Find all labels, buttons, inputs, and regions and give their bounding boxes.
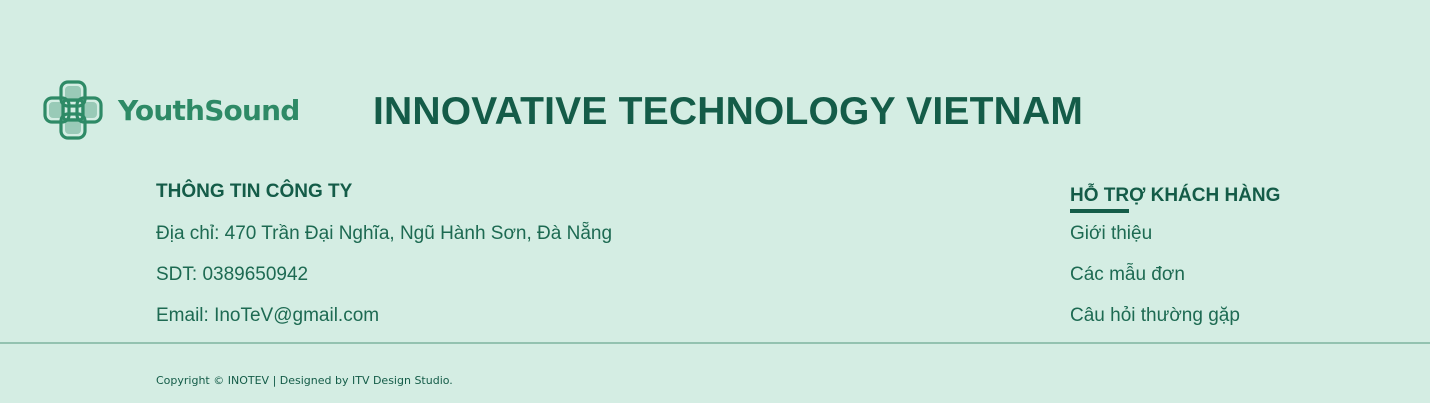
footer-divider: [0, 342, 1430, 344]
site-footer: YouthSound INNOVATIVE TECHNOLOGY VIETNAM…: [0, 0, 1430, 403]
company-info-heading: THÔNG TIN CÔNG TY: [156, 181, 353, 202]
youthsound-logo[interactable]: YouthSound: [42, 79, 300, 141]
company-name: INNOVATIVE TECHNOLOGY VIETNAM: [373, 90, 1084, 133]
link-forms[interactable]: Các mẫu đơn: [1070, 254, 1280, 295]
brand-row: YouthSound: [42, 78, 300, 142]
company-email: Email: InoTeV@gmail.com: [156, 305, 380, 326]
customer-support-heading: HỖ TRỢ KHÁCH HÀNG: [1070, 182, 1281, 213]
copyright-text: Copyright © INOTEV | Designed by ITV Des…: [156, 374, 453, 387]
link-about[interactable]: Giới thiệu: [1070, 213, 1280, 254]
flower-logo-icon: [43, 80, 103, 140]
logo-wordmark: YouthSound: [118, 93, 300, 127]
customer-support-heading-text: HỖ TRỢ KHÁCH HÀNG: [1070, 185, 1281, 206]
heading-underline: [1070, 209, 1129, 213]
company-info-section: THÔNG TIN CÔNG TY Địa chỉ: 470 Trần Đại …: [156, 178, 612, 336]
company-address: Địa chỉ: 470 Trần Đại Nghĩa, Ngũ Hành Sơ…: [156, 223, 613, 244]
link-faq[interactable]: Câu hỏi thường gặp: [1070, 295, 1280, 336]
company-phone: SDT: 0389650942: [156, 264, 309, 285]
customer-support-section: HỖ TRỢ KHÁCH HÀNG Giới thiệu Các mẫu đơn…: [1070, 182, 1280, 336]
